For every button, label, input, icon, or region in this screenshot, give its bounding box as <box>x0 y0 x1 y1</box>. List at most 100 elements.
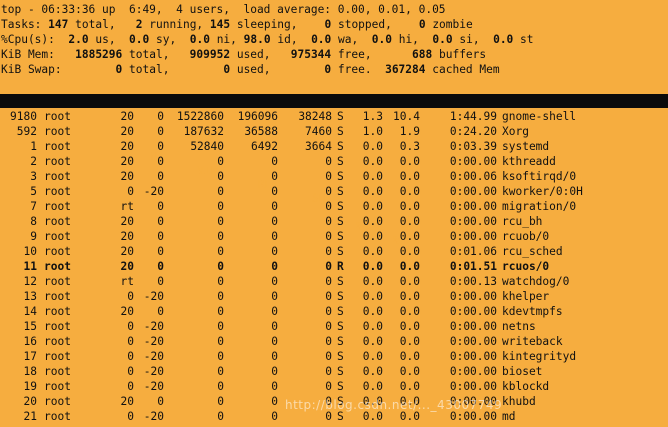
cell-pr: 0 <box>127 365 134 378</box>
process-row[interactable]: 1 root 20 0 52840 6492 3664 S 0.0 0.3 0:03.39 syste… <box>0 139 668 154</box>
cell-ni: 0 <box>157 275 164 288</box>
mem-total: 1885296 <box>75 48 123 61</box>
cell-pr: 0 <box>127 290 134 303</box>
cell-state: S <box>337 215 344 228</box>
cell-user: root <box>44 335 71 348</box>
cell-virt: 187632 <box>183 125 224 138</box>
tasks-running: 2 <box>135 18 143 31</box>
mem-total-label: total, <box>129 48 170 61</box>
cell-cpu: 0.0 <box>362 245 383 258</box>
cell-state: S <box>337 110 344 123</box>
cell-user: root <box>44 395 71 408</box>
cell-pr: 20 <box>120 395 134 408</box>
cell-time: 0:01.51 <box>449 260 497 273</box>
swap-total-label: total, <box>129 63 170 76</box>
process-row[interactable]: 3 root 20 0 0 0 0 S 0.0 0.0 0:00.06 ksoftirqd/0 <box>0 169 668 184</box>
cell-user: root <box>44 260 71 273</box>
tasks-running-label: running, <box>149 18 204 31</box>
cell-command: systemd <box>502 140 550 153</box>
mem-label: KiB Mem: <box>1 48 55 61</box>
process-row[interactable]: 8 root 20 0 0 0 0 S 0.0 0.0 0:00.00 rcu_bh <box>0 214 668 229</box>
process-row[interactable]: 9 root 20 0 0 0 0 S 0.0 0.0 0:00.00 rcuob/0 <box>0 229 668 244</box>
cell-virt: 0 <box>217 170 224 183</box>
cell-ni: 0 <box>157 200 164 213</box>
process-row[interactable]: 14 root 20 0 0 0 0 S 0.0 0.0 0:00.00 kdevtmpfs <box>0 304 668 319</box>
cell-time: 0:00.00 <box>449 230 497 243</box>
cell-pid: 9 <box>30 230 37 243</box>
cell-user: root <box>44 365 71 378</box>
cell-res: 0 <box>271 245 278 258</box>
cell-command: migration/0 <box>502 200 577 213</box>
process-row[interactable]: 18 root 0 -20 0 0 0 S 0.0 0.0 0:00.00 bioset <box>0 364 668 379</box>
cell-pid: 15 <box>23 320 37 333</box>
cell-pid: 12 <box>23 275 37 288</box>
cell-pid: 7 <box>30 200 37 213</box>
cell-shr: 0 <box>325 230 332 243</box>
cell-user: root <box>44 185 71 198</box>
cell-cpu: 1.3 <box>362 110 383 123</box>
process-row[interactable]: 19 root 0 -20 0 0 0 S 0.0 0.0 0:00.00 kblockd <box>0 379 668 394</box>
cell-state: S <box>337 230 344 243</box>
cell-res: 0 <box>271 350 278 363</box>
cell-ni: 0 <box>157 170 164 183</box>
cell-time: 0:00.00 <box>449 185 497 198</box>
cell-res: 0 <box>271 170 278 183</box>
cpu-si: 0.0 <box>432 33 453 46</box>
tasks-stopped-label: stopped, <box>337 18 392 31</box>
cell-user: root <box>44 275 71 288</box>
cell-ni: 0 <box>157 215 164 228</box>
process-row[interactable]: 11 root 20 0 0 0 0 R 0.0 0.0 0:01.51 rcuos/0 <box>0 259 668 274</box>
process-row[interactable]: 17 root 0 -20 0 0 0 S 0.0 0.0 0:00.00 kintegrityd <box>0 349 668 364</box>
cell-ni: 0 <box>157 260 164 273</box>
cell-pid: 592 <box>16 125 37 138</box>
cell-user: root <box>44 200 71 213</box>
cell-res: 0 <box>271 200 278 213</box>
cell-ni: 0 <box>157 245 164 258</box>
cpu-ni: 0.0 <box>189 33 210 46</box>
cell-ni: 0 <box>157 110 164 123</box>
cell-shr: 0 <box>325 215 332 228</box>
process-row[interactable]: 2 root 20 0 0 0 0 S 0.0 0.0 0:00.00 kthreadd <box>0 154 668 169</box>
cell-mem: 0.0 <box>399 260 420 273</box>
cell-res: 0 <box>271 410 278 423</box>
cell-pid: 2 <box>30 155 37 168</box>
cpu-ni-label: ni, <box>216 33 237 46</box>
cell-virt: 0 <box>217 260 224 273</box>
terminal-window[interactable]: top - 06:33:36 up 6:49, 4 users, load av… <box>0 0 668 427</box>
process-row[interactable]: 7 root rt 0 0 0 0 S 0.0 0.0 0:00.00 migration/0 <box>0 199 668 214</box>
cell-ni: -20 <box>143 350 164 363</box>
cell-pr: 0 <box>127 350 134 363</box>
process-row[interactable]: 592 root 20 0 187632 36588 7460 S 1.0 1.9 0:24.20 X… <box>0 124 668 139</box>
process-row[interactable]: 12 root rt 0 0 0 0 S 0.0 0.0 0:00.13 watchdog/0 <box>0 274 668 289</box>
cell-res: 0 <box>271 320 278 333</box>
cell-user: root <box>44 410 71 423</box>
cell-virt: 0 <box>217 320 224 333</box>
process-row[interactable]: 15 root 0 -20 0 0 0 S 0.0 0.0 0:00.00 netns <box>0 319 668 334</box>
cell-cpu: 0.0 <box>362 200 383 213</box>
cell-pr: 20 <box>120 125 134 138</box>
cell-command: md <box>502 410 516 423</box>
cell-virt: 0 <box>217 380 224 393</box>
tasks-stopped: 0 <box>324 18 332 31</box>
process-row[interactable]: 10 root 20 0 0 0 0 S 0.0 0.0 0:01.06 rcu_sched <box>0 244 668 259</box>
cell-pr: 20 <box>120 140 134 153</box>
process-row[interactable]: 16 root 0 -20 0 0 0 S 0.0 0.0 0:00.00 writeback <box>0 334 668 349</box>
cpu-label: %Cpu(s): <box>1 33 55 46</box>
cell-state: R <box>337 260 344 273</box>
cell-state: S <box>337 155 344 168</box>
cell-command: Xorg <box>502 125 529 138</box>
cell-virt: 0 <box>217 335 224 348</box>
cell-mem: 0.3 <box>399 140 420 153</box>
cell-virt: 0 <box>217 350 224 363</box>
swap-cached: 367284 <box>385 63 426 76</box>
cell-mem: 0.0 <box>399 230 420 243</box>
cell-mem: 0.0 <box>399 185 420 198</box>
cell-cpu: 0.0 <box>362 305 383 318</box>
cell-mem: 0.0 <box>399 245 420 258</box>
process-row[interactable]: 5 root 0 -20 0 0 0 S 0.0 0.0 0:00.00 kworker/0:0H <box>0 184 668 199</box>
cell-mem: 0.0 <box>399 200 420 213</box>
process-row[interactable]: 9180 root 20 0 1522860 196096 38248 S 1.3 10.4 1:4… <box>0 109 668 124</box>
process-row[interactable]: 13 root 0 -20 0 0 0 S 0.0 0.0 0:00.00 khelper <box>0 289 668 304</box>
cell-command: ksoftirqd/0 <box>502 170 577 183</box>
cell-user: root <box>44 110 71 123</box>
